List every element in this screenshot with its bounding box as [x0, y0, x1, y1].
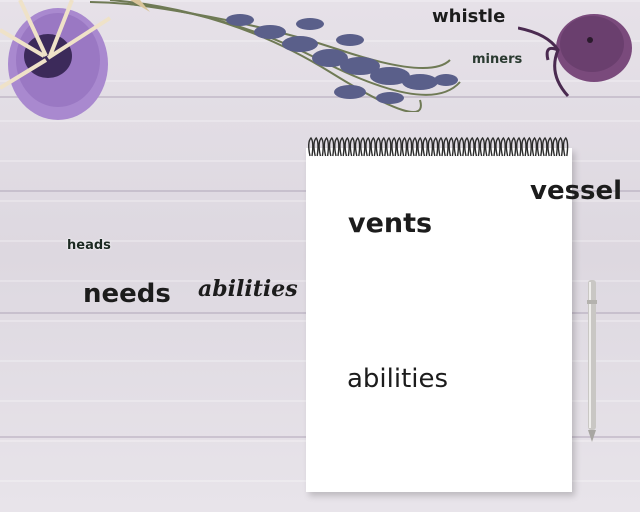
spiral-coil — [531, 136, 538, 157]
spiral-coil — [547, 136, 553, 157]
pen — [587, 280, 597, 442]
spiral-coil — [334, 136, 340, 157]
spiral-coil — [406, 136, 413, 157]
spiral-coil — [536, 136, 543, 157]
spiral-coil — [380, 136, 387, 157]
spiral-coil — [401, 136, 408, 157]
word-whistle: whistle — [432, 6, 506, 27]
spiral-coil — [458, 136, 465, 157]
spiral-coil — [453, 136, 460, 157]
word-miners: miners — [472, 52, 523, 67]
spiral-coil — [464, 136, 470, 157]
spiral-coil — [516, 136, 522, 157]
spiral-coil — [500, 136, 506, 157]
spiral-coil — [510, 136, 517, 157]
spiral-coil — [557, 136, 564, 157]
spiral-coil — [438, 136, 444, 157]
spiral-coil — [427, 136, 434, 157]
spiral-coil — [505, 136, 512, 157]
word-vents: vents — [348, 208, 433, 239]
spiral-coil — [484, 136, 491, 157]
spiral-coil — [469, 136, 475, 157]
purple-candle — [518, 14, 632, 98]
spiral-coil — [479, 136, 486, 157]
notebook-spiral-binding — [308, 136, 569, 157]
spiral-coil — [328, 136, 335, 157]
spiral-coil — [354, 136, 361, 157]
spiral-coil — [396, 136, 402, 157]
word-needs: needs — [83, 279, 171, 309]
word-abilities: abilities — [347, 364, 449, 394]
spiral-coil — [391, 136, 397, 157]
spiral-coil — [308, 136, 314, 157]
spiral-coil — [318, 136, 324, 157]
word-abilities-script: abilities — [198, 276, 298, 302]
spiral-coil — [521, 136, 527, 157]
spiral-coil — [432, 136, 439, 157]
spiral-coil — [443, 136, 449, 157]
spiral-coil — [349, 136, 356, 157]
spiral-coil — [386, 136, 392, 157]
spiral-coil — [474, 136, 480, 157]
spiral-coil — [562, 136, 569, 157]
spiral-coil — [490, 136, 496, 157]
spiral-coil — [365, 136, 371, 157]
spiral-coil — [360, 136, 366, 157]
word-heads: heads — [67, 238, 111, 253]
spiral-coil — [448, 136, 454, 157]
spiral-coil — [412, 136, 418, 157]
spiral-coil — [370, 136, 376, 157]
spiral-coil — [542, 136, 548, 157]
spiral-coil — [375, 136, 382, 157]
spiral-coil — [323, 136, 330, 157]
spiral-coil — [313, 136, 319, 157]
spiral-coil — [552, 136, 558, 157]
spiral-coil — [417, 136, 423, 157]
spiral-coil — [344, 136, 350, 157]
word-vessel: vessel — [530, 176, 623, 206]
spiral-coil — [422, 136, 428, 157]
lavender-bundle — [90, 0, 461, 112]
spiral-coil — [339, 136, 345, 157]
spiral-coil — [526, 136, 532, 157]
spiral-coil — [495, 136, 501, 157]
